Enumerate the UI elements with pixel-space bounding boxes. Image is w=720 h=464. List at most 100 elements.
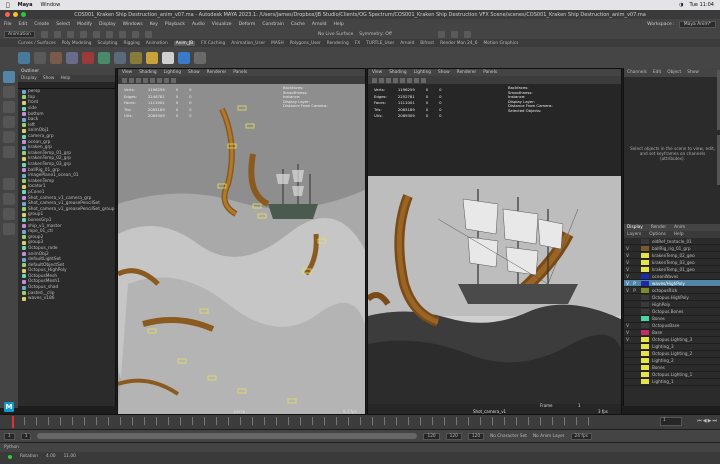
layer-visibility-toggle[interactable]: V xyxy=(624,330,631,335)
menu-select[interactable]: Select xyxy=(56,22,70,27)
outliner-menu-show[interactable]: Show xyxy=(43,76,55,81)
menu-file[interactable]: File xyxy=(4,22,12,27)
layer-color-swatch[interactable] xyxy=(641,245,649,251)
render-settings-icon[interactable] xyxy=(463,30,471,38)
layer-color-swatch[interactable] xyxy=(641,266,649,272)
layer-color-swatch[interactable] xyxy=(641,358,649,364)
paint-select-icon[interactable] xyxy=(3,101,15,113)
range-inner-end-field[interactable]: 120 xyxy=(423,432,440,440)
layout-two-icon[interactable] xyxy=(3,208,15,220)
mac-window-menu[interactable]: Window xyxy=(40,2,60,8)
close-window-button[interactable] xyxy=(5,12,10,17)
smooth-shade-icon[interactable] xyxy=(143,77,148,83)
layer-tab-anim[interactable]: Anim xyxy=(674,225,685,230)
viewport-menu-renderer[interactable]: Renderer xyxy=(457,70,477,75)
display-layer-row[interactable]: V Octopus.Lighting_3 xyxy=(624,337,720,344)
isolate-icon[interactable] xyxy=(171,77,176,83)
layer-color-swatch[interactable] xyxy=(641,301,649,307)
select-tool-icon[interactable] xyxy=(3,71,15,83)
channelbox-menu-object[interactable]: Object xyxy=(667,70,681,75)
shelf-button[interactable] xyxy=(114,51,126,64)
viewport-menu-lighting[interactable]: Lighting xyxy=(164,70,181,75)
texture-icon[interactable] xyxy=(150,77,155,83)
shadows-icon[interactable] xyxy=(414,77,419,83)
shelf-button[interactable] xyxy=(34,51,46,64)
range-slider-bar[interactable] xyxy=(37,433,418,439)
ipr-render-icon[interactable] xyxy=(450,30,458,38)
display-layer-row[interactable]: V OctopusBase xyxy=(624,323,720,330)
layer-color-swatch[interactable] xyxy=(641,337,649,343)
display-layer-row[interactable]: VkrakenTemp_02_geo xyxy=(624,252,720,260)
display-layer-row[interactable]: HighPoly xyxy=(624,301,720,309)
grid-icon[interactable] xyxy=(379,77,384,83)
layer-visibility-toggle[interactable]: V xyxy=(624,260,631,265)
layer-playback-toggle[interactable]: P xyxy=(631,288,638,293)
display-layer-row[interactable]: Octopus.HighPoly xyxy=(624,294,720,302)
shelf-tab-active[interactable]: Anim_JB xyxy=(173,40,196,46)
new-scene-icon[interactable] xyxy=(40,30,48,38)
viewport-menu-view[interactable]: View xyxy=(122,70,132,75)
layer-color-swatch[interactable] xyxy=(641,252,649,258)
shelf-button[interactable] xyxy=(50,51,62,64)
layer-color-swatch[interactable] xyxy=(641,287,649,293)
shelf-button[interactable] xyxy=(146,51,158,64)
viewport-shot-camera[interactable]: View Shading Lighting Show Renderer Pane… xyxy=(367,68,622,416)
display-layer-row[interactable]: V PoctopusRick xyxy=(624,287,720,295)
layer-tab-display[interactable]: Display xyxy=(627,225,643,230)
channelbox-menu-channels[interactable]: Channels xyxy=(627,70,647,75)
layer-color-swatch[interactable] xyxy=(641,330,649,336)
wireframe-icon[interactable] xyxy=(386,77,391,83)
layer-color-swatch[interactable] xyxy=(641,372,649,378)
camera-icon[interactable] xyxy=(372,77,377,83)
time-slider[interactable]: 1 ⏮◀▶⏭ xyxy=(0,414,720,429)
outliner-item[interactable]: waves_v186 xyxy=(22,296,115,302)
python-label[interactable]: Python xyxy=(4,445,19,450)
display-layer-row[interactable]: Octopus.Bones xyxy=(624,308,720,316)
layer-visibility-toggle[interactable]: V xyxy=(624,274,631,279)
shelf-tab[interactable]: Rigging xyxy=(124,41,140,46)
symmetry-dropdown[interactable]: Symmetry: Off xyxy=(359,32,392,37)
clock[interactable]: Tue 11:04 xyxy=(689,2,714,8)
viewport-menu-shading[interactable]: Shading xyxy=(139,70,156,75)
shelf-tab[interactable]: Motion Graphics xyxy=(484,41,519,46)
layer-visibility-toggle[interactable]: V xyxy=(624,323,631,328)
layer-visibility-toggle[interactable]: V xyxy=(624,288,631,293)
layer-color-swatch[interactable] xyxy=(641,259,649,265)
live-surface[interactable]: No Live Surface xyxy=(318,32,353,37)
lights-icon[interactable] xyxy=(407,77,412,83)
menu-audio[interactable]: Audio xyxy=(192,22,205,27)
viewport-menu-panels[interactable]: Panels xyxy=(483,70,497,75)
open-scene-icon[interactable] xyxy=(53,30,61,38)
range-end2-field[interactable]: 120 xyxy=(467,432,485,440)
display-layer-row[interactable]: VkrakenTemp_01_geo xyxy=(624,266,720,274)
layer-tab-render[interactable]: Render xyxy=(651,225,666,230)
viewport-menu-show[interactable]: Show xyxy=(438,70,450,75)
shelf-tab[interactable]: Animation xyxy=(146,41,168,46)
outliner-layout-icon[interactable] xyxy=(3,223,15,235)
display-layer-row[interactable]: oldRef_tentacle_01 xyxy=(624,238,720,246)
menu-arnold[interactable]: Arnold xyxy=(312,22,327,27)
snap-curve-icon[interactable] xyxy=(131,30,139,38)
redo-icon[interactable] xyxy=(92,30,100,38)
move-tool-icon[interactable] xyxy=(3,116,15,128)
range-inner-start-field[interactable]: 1 xyxy=(20,432,32,440)
shelf-tab[interactable]: Arnold xyxy=(400,41,414,46)
menu-visualize[interactable]: Visualize xyxy=(212,22,232,27)
shelf-tab[interactable]: Rendering xyxy=(327,41,349,46)
character-set-dropdown[interactable]: No Character Set xyxy=(490,434,527,439)
layout-four-icon[interactable] xyxy=(3,193,15,205)
menu-cache[interactable]: Cache xyxy=(291,22,305,27)
layer-color-swatch[interactable] xyxy=(641,365,649,371)
menu-help[interactable]: Help xyxy=(333,22,343,27)
layer-menu-help[interactable]: Help xyxy=(674,232,684,237)
shelf-tab[interactable]: Poly Modeling xyxy=(62,41,92,46)
viewport-menu-panels[interactable]: Panels xyxy=(233,70,247,75)
display-layer-row[interactable]: Octopus.Lighting_1 xyxy=(624,372,720,379)
texture-icon[interactable] xyxy=(400,77,405,83)
shelf-tab[interactable]: MASH xyxy=(271,41,284,46)
viewport-menu-show[interactable]: Show xyxy=(188,70,200,75)
viewport-persp[interactable]: View Shading Lighting Show Renderer Pane… xyxy=(117,68,366,416)
display-layer-row[interactable]: VoceanWaves xyxy=(624,273,720,281)
menu-edit[interactable]: Edit xyxy=(19,22,28,27)
display-layer-row[interactable]: Lighting_2 xyxy=(624,358,720,365)
